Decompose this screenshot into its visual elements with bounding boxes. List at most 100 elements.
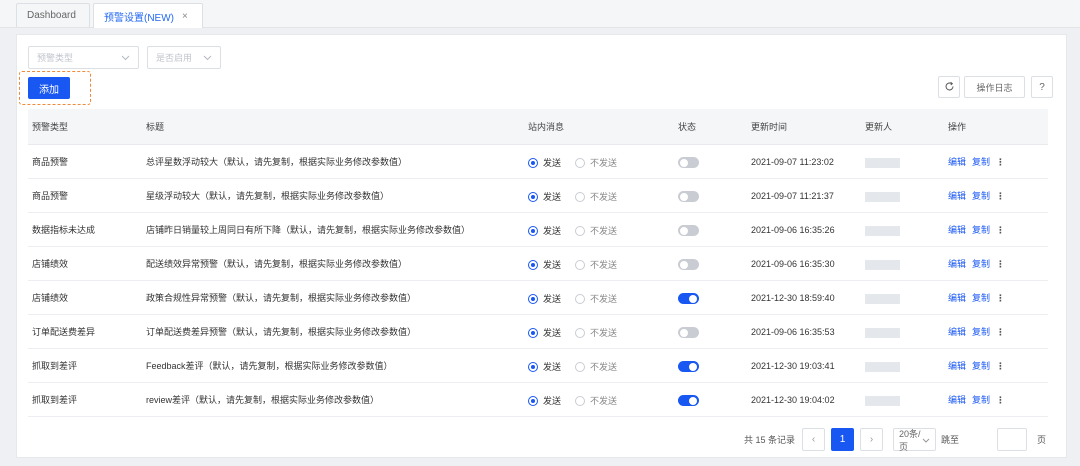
updated-by-cell bbox=[865, 213, 900, 247]
radio-unchecked-icon bbox=[575, 395, 586, 406]
copy-link[interactable]: 复制 bbox=[972, 327, 990, 337]
alert-type-cell: 数据指标未达成 bbox=[32, 225, 96, 235]
copy-link[interactable]: 复制 bbox=[972, 395, 990, 405]
radio-send[interactable]: 发送 bbox=[528, 180, 561, 214]
table-header: 预警类型 标题 站内消息 状态 更新时间 更新人 操作 bbox=[28, 109, 1048, 145]
radio-no-send[interactable]: 不发送 bbox=[575, 384, 617, 418]
edit-link[interactable]: 编辑 bbox=[948, 327, 966, 337]
updated-by-cell bbox=[865, 247, 900, 281]
alert-title-cell: 总评星数浮动较大（默认，请先复制，根据实际业务修改参数值） bbox=[146, 157, 408, 167]
more-icon[interactable]: ⋮ bbox=[996, 395, 1005, 405]
copy-link[interactable]: 复制 bbox=[972, 191, 990, 201]
alert-title-cell: 政策合规性异常预警（默认，请先复制，根据实际业务修改参数值） bbox=[146, 293, 417, 303]
enabled-select[interactable]: 是否启用 bbox=[147, 46, 221, 69]
alert-title-cell: 配送绩效异常预警（默认，请先复制，根据实际业务修改参数值） bbox=[146, 259, 408, 269]
radio-send[interactable]: 发送 bbox=[528, 316, 561, 350]
edit-link[interactable]: 编辑 bbox=[948, 395, 966, 405]
radio-no-send[interactable]: 不发送 bbox=[575, 214, 617, 248]
radio-no-send[interactable]: 不发送 bbox=[575, 350, 617, 384]
redacted-user bbox=[865, 395, 900, 406]
alert-type-select[interactable]: 预警类型 bbox=[28, 46, 139, 69]
page-1-button[interactable]: 1 bbox=[831, 428, 854, 451]
radio-no-send[interactable]: 不发送 bbox=[575, 180, 617, 214]
copy-link[interactable]: 复制 bbox=[972, 225, 990, 235]
message-radio-group: 发送 不发送 bbox=[528, 145, 617, 179]
prev-page-button[interactable]: ‹ bbox=[802, 428, 825, 451]
radio-no-send-label: 不发送 bbox=[590, 395, 618, 406]
radio-no-send[interactable]: 不发送 bbox=[575, 248, 617, 282]
goto-page-input[interactable] bbox=[997, 428, 1027, 451]
chevron-down-icon bbox=[922, 435, 930, 445]
more-icon[interactable]: ⋮ bbox=[996, 361, 1005, 371]
radio-send[interactable]: 发送 bbox=[528, 350, 561, 384]
radio-send-label: 发送 bbox=[543, 361, 562, 372]
edit-link[interactable]: 编辑 bbox=[948, 157, 966, 167]
status-toggle[interactable] bbox=[678, 327, 699, 339]
tab-alert-settings[interactable]: 预警设置(NEW) × bbox=[93, 3, 203, 28]
radio-send[interactable]: 发送 bbox=[528, 282, 561, 316]
copy-link[interactable]: 复制 bbox=[972, 157, 990, 167]
radio-checked-icon bbox=[528, 191, 538, 202]
status-toggle[interactable] bbox=[678, 293, 699, 305]
header-title: 标题 bbox=[146, 122, 165, 132]
status-toggle[interactable] bbox=[678, 225, 699, 237]
edit-link[interactable]: 编辑 bbox=[948, 361, 966, 371]
table-body: 商品预警 总评星数浮动较大（默认，请先复制，根据实际业务修改参数值） 发送 不发送 20… bbox=[28, 145, 1048, 417]
status-cell bbox=[678, 213, 699, 247]
status-toggle[interactable] bbox=[678, 191, 699, 203]
status-toggle[interactable] bbox=[678, 157, 699, 169]
refresh-button[interactable] bbox=[938, 76, 960, 98]
status-toggle[interactable] bbox=[678, 361, 699, 373]
radio-no-send[interactable]: 不发送 bbox=[575, 146, 617, 180]
radio-send[interactable]: 发送 bbox=[528, 146, 561, 180]
message-radio-group: 发送 不发送 bbox=[528, 281, 617, 315]
alert-title-cell: review差评（默认，请先复制，根据实际业务修改参数值） bbox=[146, 395, 380, 405]
help-button[interactable]: ? bbox=[1031, 76, 1053, 98]
updated-time-cell: 2021-09-07 11:21:37 bbox=[751, 191, 834, 201]
table-row: 商品预警 总评星数浮动较大（默认，请先复制，根据实际业务修改参数值） 发送 不发送 20… bbox=[28, 145, 1048, 179]
radio-send[interactable]: 发送 bbox=[528, 214, 561, 248]
tab-dashboard[interactable]: Dashboard bbox=[16, 3, 90, 27]
alert-table: 预警类型 标题 站内消息 状态 更新时间 更新人 操作 商品预警 总评星数浮动较大… bbox=[28, 109, 1048, 417]
more-icon[interactable]: ⋮ bbox=[996, 259, 1005, 269]
add-button[interactable]: 添加 bbox=[28, 77, 70, 99]
page-size-select[interactable]: 20条/页 bbox=[893, 428, 936, 452]
table-row: 店铺绩效 政策合规性异常预警（默认，请先复制，根据实际业务修改参数值） 发送 不发送 2… bbox=[28, 281, 1048, 315]
alert-type-cell: 店铺绩效 bbox=[32, 259, 69, 269]
radio-send[interactable]: 发送 bbox=[528, 384, 561, 418]
redacted-user bbox=[865, 157, 900, 168]
radio-send-label: 发送 bbox=[543, 293, 562, 304]
next-page-button[interactable]: › bbox=[860, 428, 883, 451]
radio-checked-icon bbox=[528, 293, 538, 304]
edit-link[interactable]: 编辑 bbox=[948, 225, 966, 235]
radio-send[interactable]: 发送 bbox=[528, 248, 561, 282]
radio-no-send[interactable]: 不发送 bbox=[575, 282, 617, 316]
redacted-user bbox=[865, 293, 900, 304]
copy-link[interactable]: 复制 bbox=[972, 361, 990, 371]
alert-title-cell: Feedback差评（默认，请先复制，根据实际业务修改参数值） bbox=[146, 361, 393, 371]
radio-checked-icon bbox=[528, 157, 538, 168]
status-toggle[interactable] bbox=[678, 395, 699, 407]
more-icon[interactable]: ⋮ bbox=[996, 327, 1005, 337]
radio-unchecked-icon bbox=[575, 225, 586, 236]
radio-no-send[interactable]: 不发送 bbox=[575, 316, 617, 350]
enabled-placeholder: 是否启用 bbox=[156, 53, 193, 63]
status-cell bbox=[678, 383, 699, 417]
more-icon[interactable]: ⋮ bbox=[996, 157, 1005, 167]
table-row: 店铺绩效 配送绩效异常预警（默认，请先复制，根据实际业务修改参数值） 发送 不发送 20… bbox=[28, 247, 1048, 281]
radio-unchecked-icon bbox=[575, 259, 586, 270]
updated-by-cell bbox=[865, 383, 900, 417]
status-toggle[interactable] bbox=[678, 259, 699, 271]
edit-link[interactable]: 编辑 bbox=[948, 293, 966, 303]
edit-link[interactable]: 编辑 bbox=[948, 259, 966, 269]
more-icon[interactable]: ⋮ bbox=[996, 225, 1005, 235]
more-icon[interactable]: ⋮ bbox=[996, 293, 1005, 303]
alert-type-cell: 商品预警 bbox=[32, 191, 69, 201]
radio-no-send-label: 不发送 bbox=[590, 191, 618, 202]
operation-log-button[interactable]: 操作日志 bbox=[964, 76, 1025, 98]
copy-link[interactable]: 复制 bbox=[972, 293, 990, 303]
close-icon[interactable]: × bbox=[182, 11, 188, 22]
copy-link[interactable]: 复制 bbox=[972, 259, 990, 269]
edit-link[interactable]: 编辑 bbox=[948, 191, 966, 201]
more-icon[interactable]: ⋮ bbox=[996, 191, 1005, 201]
